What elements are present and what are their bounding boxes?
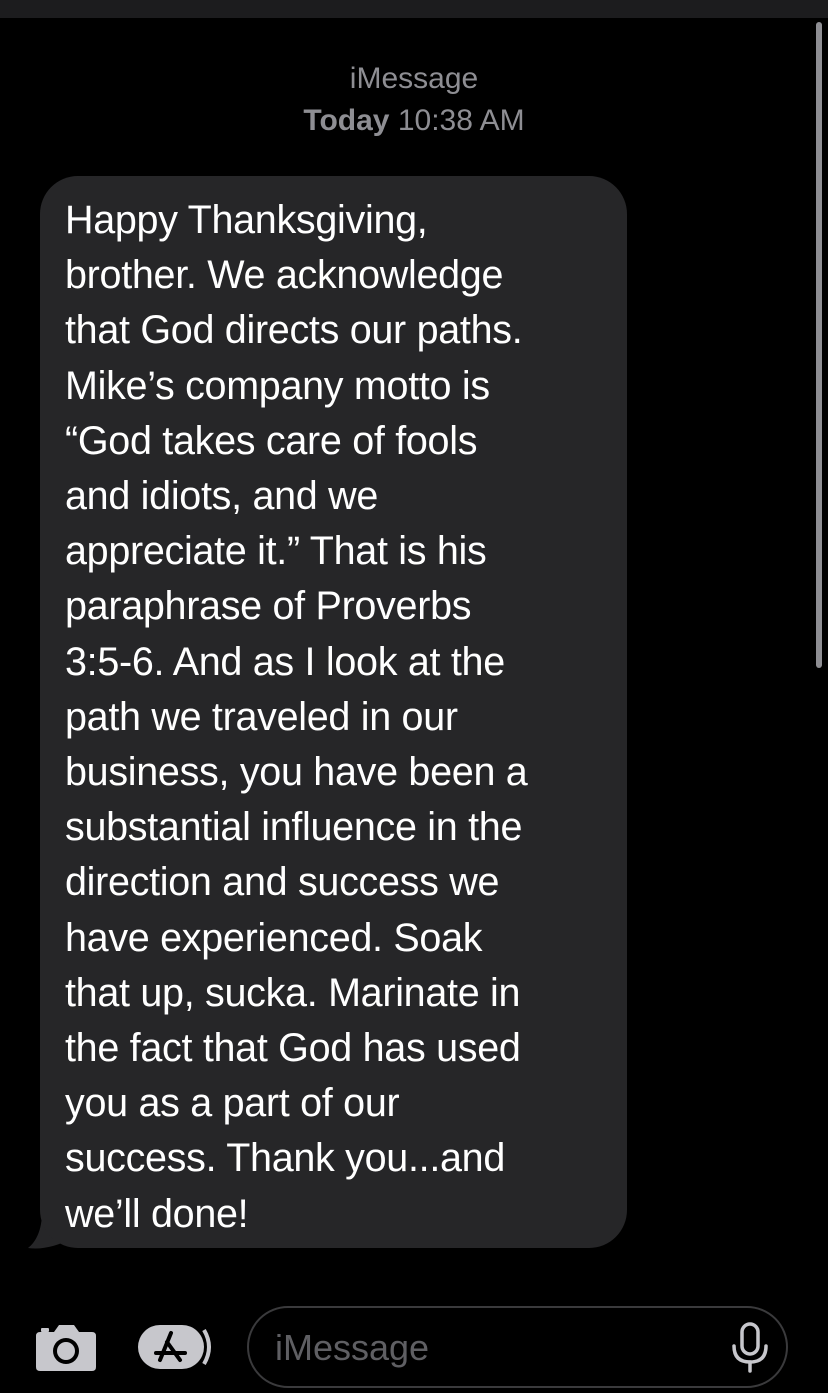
app-store-icon [138, 1325, 211, 1369]
camera-icon [36, 1325, 96, 1371]
incoming-message-bubble[interactable]: Happy Thanksgiving, brother. We acknowle… [40, 176, 627, 1248]
message-input-placeholder: iMessage [275, 1327, 430, 1368]
microphone-icon [732, 1322, 768, 1373]
timestamp-time: 10:38 AM [397, 104, 525, 137]
message-timestamp: Today 10:38 AM [0, 100, 828, 142]
status-bar-strip [0, 0, 828, 18]
message-text: Happy Thanksgiving, brother. We acknowle… [65, 198, 528, 1236]
dictation-button[interactable] [730, 1322, 770, 1374]
conversation-header: iMessage Today 10:38 AM [0, 58, 828, 142]
message-input[interactable]: iMessage [247, 1306, 788, 1388]
app-store-button[interactable] [136, 1322, 216, 1372]
service-label: iMessage [349, 62, 479, 95]
timestamp-day: Today [303, 104, 390, 137]
camera-button[interactable] [34, 1322, 98, 1372]
